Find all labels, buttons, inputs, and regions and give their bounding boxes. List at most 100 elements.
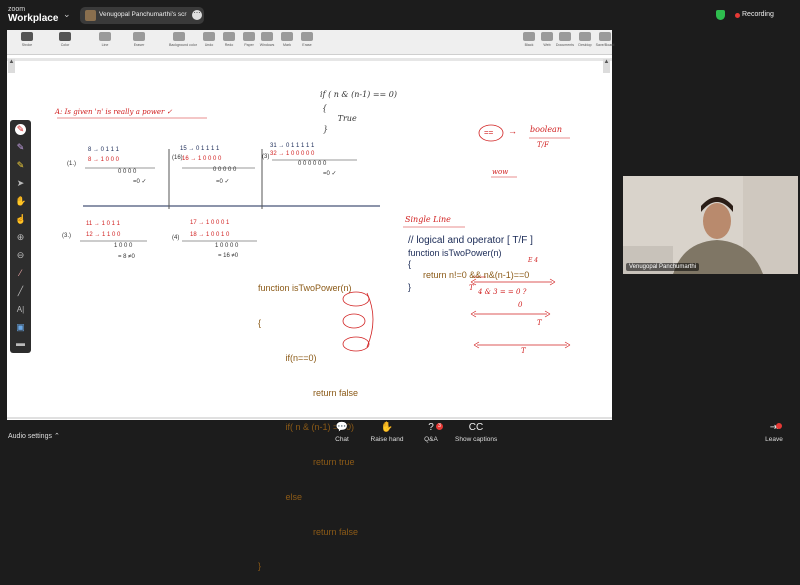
code-left-line-2: { (258, 317, 262, 328)
black-icon (523, 32, 535, 41)
chevron-down-icon[interactable]: ⌄ (63, 9, 71, 20)
leave-badge (776, 423, 782, 429)
raise-hand-button[interactable]: ✋ Raise hand (370, 422, 404, 443)
toolbar-label: Black (524, 43, 534, 47)
top-code-line-3: True (330, 114, 357, 123)
brand-name[interactable]: Workplace (8, 13, 58, 24)
toolbar-stroke-button[interactable]: Stroke (17, 32, 37, 47)
toolbar-label: Stroke (21, 43, 33, 47)
example-4-line-4: = 8 ≠0 (118, 254, 135, 260)
eraser-icon (133, 32, 145, 41)
windows-icon (261, 32, 273, 41)
avatar (85, 10, 96, 21)
save-icon (599, 32, 611, 41)
annotation-t2: T (537, 319, 542, 327)
code-right-comment: // logical and operator [ T/F ] (408, 235, 533, 246)
toolbar-documents-button[interactable]: Documents (555, 32, 575, 47)
code-right-func: function isTwoPower(n) (408, 248, 502, 258)
example-5-line-3: 1 0 0 0 0 (215, 243, 239, 249)
boolean-note: boolean (530, 125, 562, 134)
annotation-t1: T (469, 284, 474, 292)
example-3-line-4: =0 ✓ (323, 171, 337, 177)
example-2-line-1: 15 → 0 1 1 1 1 (180, 146, 220, 152)
toolbar-background-color-button[interactable]: Background color (169, 32, 197, 47)
toolbar-label: Documents (555, 43, 575, 47)
erase-icon (301, 32, 313, 41)
toolbar-color-button[interactable]: Color (55, 32, 75, 47)
example-5-label: (4) (172, 235, 180, 241)
palette-icon (59, 32, 71, 41)
participant-image (623, 176, 798, 274)
toolbar-label: Line (101, 43, 109, 47)
toolbar-undo-button[interactable]: Undo (199, 32, 219, 47)
code-left-line-8: return false (258, 526, 359, 537)
example-3-line-2: 32 → 1 0 0 0 0 0 (270, 151, 315, 157)
leave-label: Leave (765, 436, 783, 443)
toolbar-label: Eraser (133, 43, 145, 47)
code-left-line-6: return true (258, 457, 355, 468)
toolbar-label: Background color (169, 43, 197, 47)
qa-label: Q&A (424, 436, 438, 443)
toolbar-line-button[interactable]: Line (95, 32, 115, 47)
toolbar-windows-button[interactable]: Windows (257, 32, 277, 47)
participant-video[interactable] (623, 176, 798, 274)
heading-note: A: Is given 'n' is really a power ✓ (55, 108, 173, 116)
toolbar-erase-button[interactable]: Erase (297, 32, 317, 47)
toolbar-mark-button[interactable]: Mark (277, 32, 297, 47)
toolbar-redo-button[interactable]: Redo (219, 32, 239, 47)
web-icon (541, 32, 553, 41)
captions-label: Show captions (455, 436, 498, 443)
tf-note: T/F (537, 141, 549, 149)
annotation-e4: E 4 (528, 257, 539, 264)
chat-button[interactable]: 💬 Chat (332, 422, 352, 443)
audio-settings[interactable]: Audio settings ⌃ (8, 432, 60, 440)
example-5-line-2: 18 → 1 0 0 1 0 (190, 232, 230, 238)
annotation-zero: 0 (518, 301, 523, 309)
toolbar-label: Windows (259, 43, 275, 47)
chat-icon: 💬 (335, 422, 349, 433)
example-1-line-2: 8 → 1 0 0 0 (88, 157, 120, 163)
code-left-line-9: } (258, 561, 262, 572)
toolbar-save-board-button[interactable]: Save/Board (595, 32, 615, 47)
example-2-line-4: =0 ✓ (216, 179, 230, 185)
code-left-line-7: else (258, 491, 303, 502)
qa-count-badge: 3 (436, 423, 443, 430)
toolbar-label: Color (60, 43, 70, 47)
code-left-line-3: if(n==0) (258, 352, 317, 363)
recording-dot-icon (735, 13, 740, 18)
hand-icon: ✋ (380, 422, 394, 433)
example-3-label: (3) (262, 154, 270, 160)
equals-symbol: == (484, 128, 494, 137)
paper-icon (243, 32, 255, 41)
code-left-line-4: return false (258, 387, 359, 398)
toolbar-label: Erase (302, 43, 312, 47)
mark-icon (281, 32, 293, 41)
example-1-label: (1.) (67, 161, 76, 167)
code-right-open: { (408, 259, 412, 269)
toolbar-eraser-button[interactable]: Eraser (129, 32, 149, 47)
brand-small: zoom (8, 6, 26, 13)
example-2-line-2: 16 → 1 0 0 0 0 (182, 156, 222, 162)
more-icon[interactable]: ⋯ (192, 10, 202, 20)
toolbar-web-button[interactable]: Web (537, 32, 557, 47)
example-1-line-3: 0 0 0 0 (118, 169, 137, 175)
undo-icon (203, 32, 215, 41)
chevron-up-icon: ⌃ (53, 433, 60, 440)
code-left-line-1: function isTwoPower(n) (258, 283, 352, 294)
annotation-t3: T (521, 347, 526, 355)
fill-icon (173, 32, 185, 41)
toolbar-desktop-button[interactable]: Desktop (575, 32, 595, 47)
toolbar-paper-button[interactable]: Paper (239, 32, 259, 47)
shield-icon[interactable] (716, 10, 725, 20)
example-2-line-3: 0 0 0 0 0 (213, 167, 237, 173)
captions-icon: CC (468, 422, 484, 433)
captions-button[interactable]: CC Show captions (455, 422, 497, 443)
toolbar-label: Redo (224, 43, 234, 47)
example-3-line-1: 31 → 0 1 1 1 1 1 (270, 143, 315, 149)
participant-name-label: Venugopal Panchumarthi (626, 263, 700, 271)
toolbar-black-button[interactable]: Black (519, 32, 539, 47)
screen-share-label: Venugopal Panchumarthi's screen (99, 11, 187, 18)
example-4-label: (3.) (62, 233, 71, 239)
chat-label: Chat (335, 436, 349, 443)
code-right-close: } (408, 282, 412, 292)
